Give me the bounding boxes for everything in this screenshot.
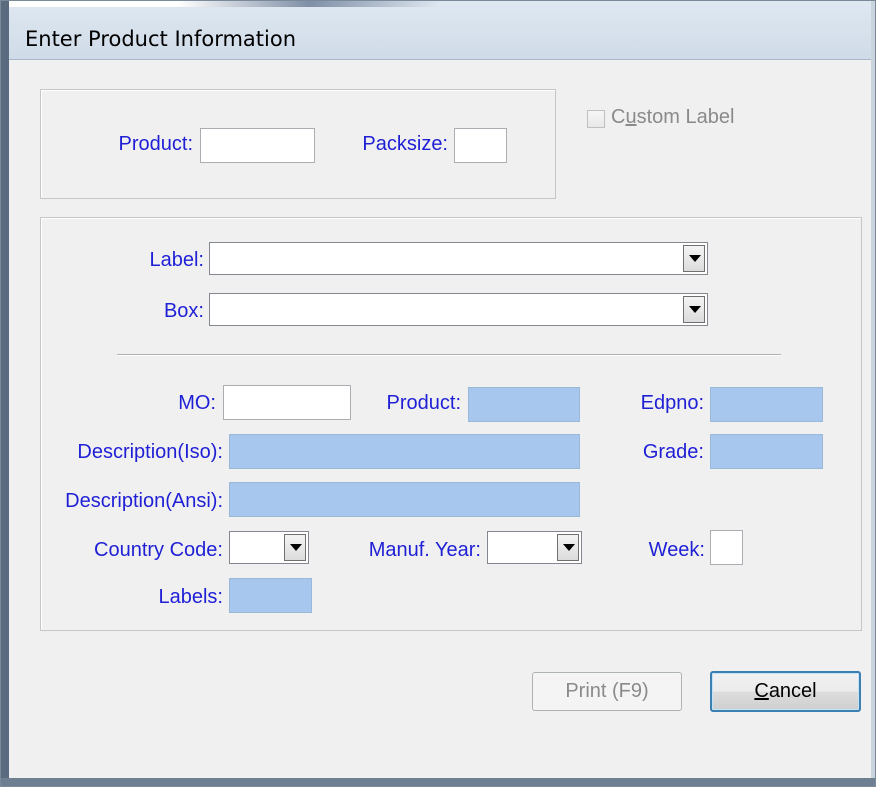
box-label: Box: <box>163 300 204 322</box>
product-input[interactable] <box>200 128 315 163</box>
week-label: Week: <box>648 539 705 561</box>
custom-label-suffix: stom Label <box>636 106 735 128</box>
description-iso-label: Description(Iso): <box>77 441 223 463</box>
custom-label-text[interactable]: Custom Label <box>611 106 734 129</box>
title-bar-highlight <box>1 1 441 7</box>
label-label: Label: <box>149 249 205 271</box>
print-button-label: Print (F9) <box>565 680 649 702</box>
custom-label-checkbox[interactable] <box>587 110 605 128</box>
edpno-label: Edpno: <box>640 392 704 414</box>
window-right-border <box>871 1 875 786</box>
custom-label-accel: u <box>625 106 637 128</box>
labels-label: Labels: <box>158 586 224 608</box>
product-info-dialog: Enter Product Information Product: Packs… <box>0 0 876 787</box>
divider <box>117 354 781 356</box>
grade-field <box>710 434 823 469</box>
country-code-label: Country Code: <box>94 539 223 561</box>
chevron-down-icon[interactable] <box>683 245 705 272</box>
details-group-box <box>40 217 862 631</box>
packsize-label: Packsize: <box>362 133 448 155</box>
mo-label: MO: <box>178 392 216 414</box>
edpno-field <box>710 387 823 422</box>
labels-field <box>229 578 312 613</box>
cancel-accel: C <box>754 680 769 702</box>
manuf-year-label: Manuf. Year: <box>368 539 481 561</box>
chevron-down-icon[interactable] <box>557 534 579 561</box>
cancel-rest: ancel <box>768 680 817 702</box>
dialog-title: Enter Product Information <box>25 27 297 51</box>
cancel-button[interactable]: Cancel <box>710 671 861 712</box>
packsize-input[interactable] <box>454 128 507 163</box>
grade-label: Grade: <box>642 441 704 463</box>
chevron-down-icon[interactable] <box>284 534 306 561</box>
week-input[interactable] <box>710 530 743 565</box>
description-ansi-field <box>229 482 580 517</box>
window-left-border <box>1 1 9 786</box>
product-label: Product: <box>118 133 193 155</box>
manuf-year-select[interactable] <box>487 531 582 564</box>
title-bar[interactable]: Enter Product Information <box>1 1 875 60</box>
description-ansi-label: Description(Ansi): <box>65 490 223 512</box>
country-code-select[interactable] <box>229 531 309 564</box>
product-code-label: Product: <box>386 392 461 414</box>
mo-input[interactable] <box>223 385 351 420</box>
custom-label-prefix: C <box>611 106 626 128</box>
box-select[interactable] <box>209 293 708 326</box>
description-iso-field <box>229 434 580 469</box>
label-select[interactable] <box>209 242 708 275</box>
product-code-field <box>468 387 580 422</box>
window-bottom-border <box>1 778 875 786</box>
chevron-down-icon[interactable] <box>683 296 705 323</box>
print-button[interactable]: Print (F9) <box>532 672 682 711</box>
